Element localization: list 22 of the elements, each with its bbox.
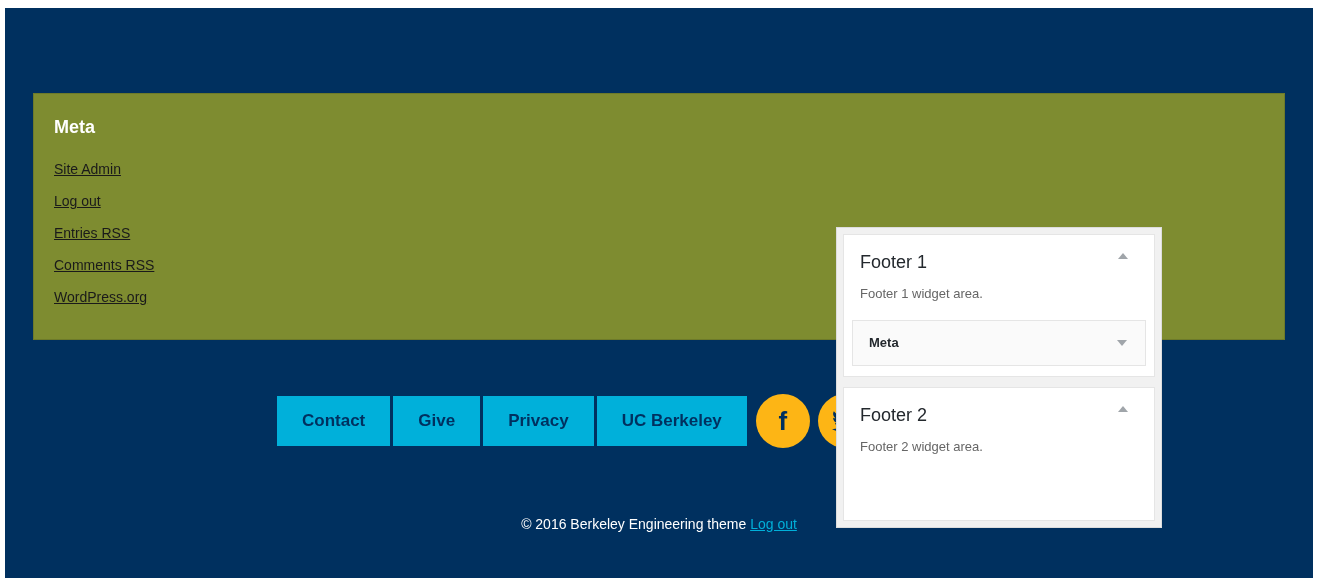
meta-link[interactable]: Entries RSS xyxy=(54,223,131,243)
footer-menu-link[interactable]: Privacy xyxy=(483,396,594,446)
logout-link[interactable]: Log out xyxy=(750,516,797,532)
widget-item[interactable]: Meta xyxy=(852,319,1146,366)
footer-menu-link[interactable]: Give xyxy=(393,396,481,446)
section-title: Footer 1 xyxy=(860,251,928,274)
meta-link[interactable]: Site Admin xyxy=(54,159,121,179)
section-description: Footer 1 widget area. xyxy=(860,285,984,303)
widget-title: Meta xyxy=(54,116,96,139)
footer-menu-link[interactable]: Contact xyxy=(277,396,391,446)
social-link[interactable]: f xyxy=(755,394,810,448)
footer-menu-link[interactable]: UC Berkeley xyxy=(596,396,747,446)
widget-name: Meta xyxy=(869,333,899,352)
meta-link[interactable]: Log out xyxy=(54,191,101,211)
section-title: Footer 2 xyxy=(860,403,928,427)
facebook-icon: f xyxy=(778,408,788,434)
copyright-text: © 2016 Berkeley Engineering theme Log out xyxy=(520,515,798,534)
caret-up-icon[interactable] xyxy=(1118,405,1128,412)
meta-link[interactable]: Comments RSS xyxy=(54,255,155,275)
section-description: Footer 2 widget area. xyxy=(860,437,984,456)
caret-up-icon[interactable] xyxy=(1118,253,1128,259)
meta-link[interactable]: WordPress.org xyxy=(54,287,148,307)
